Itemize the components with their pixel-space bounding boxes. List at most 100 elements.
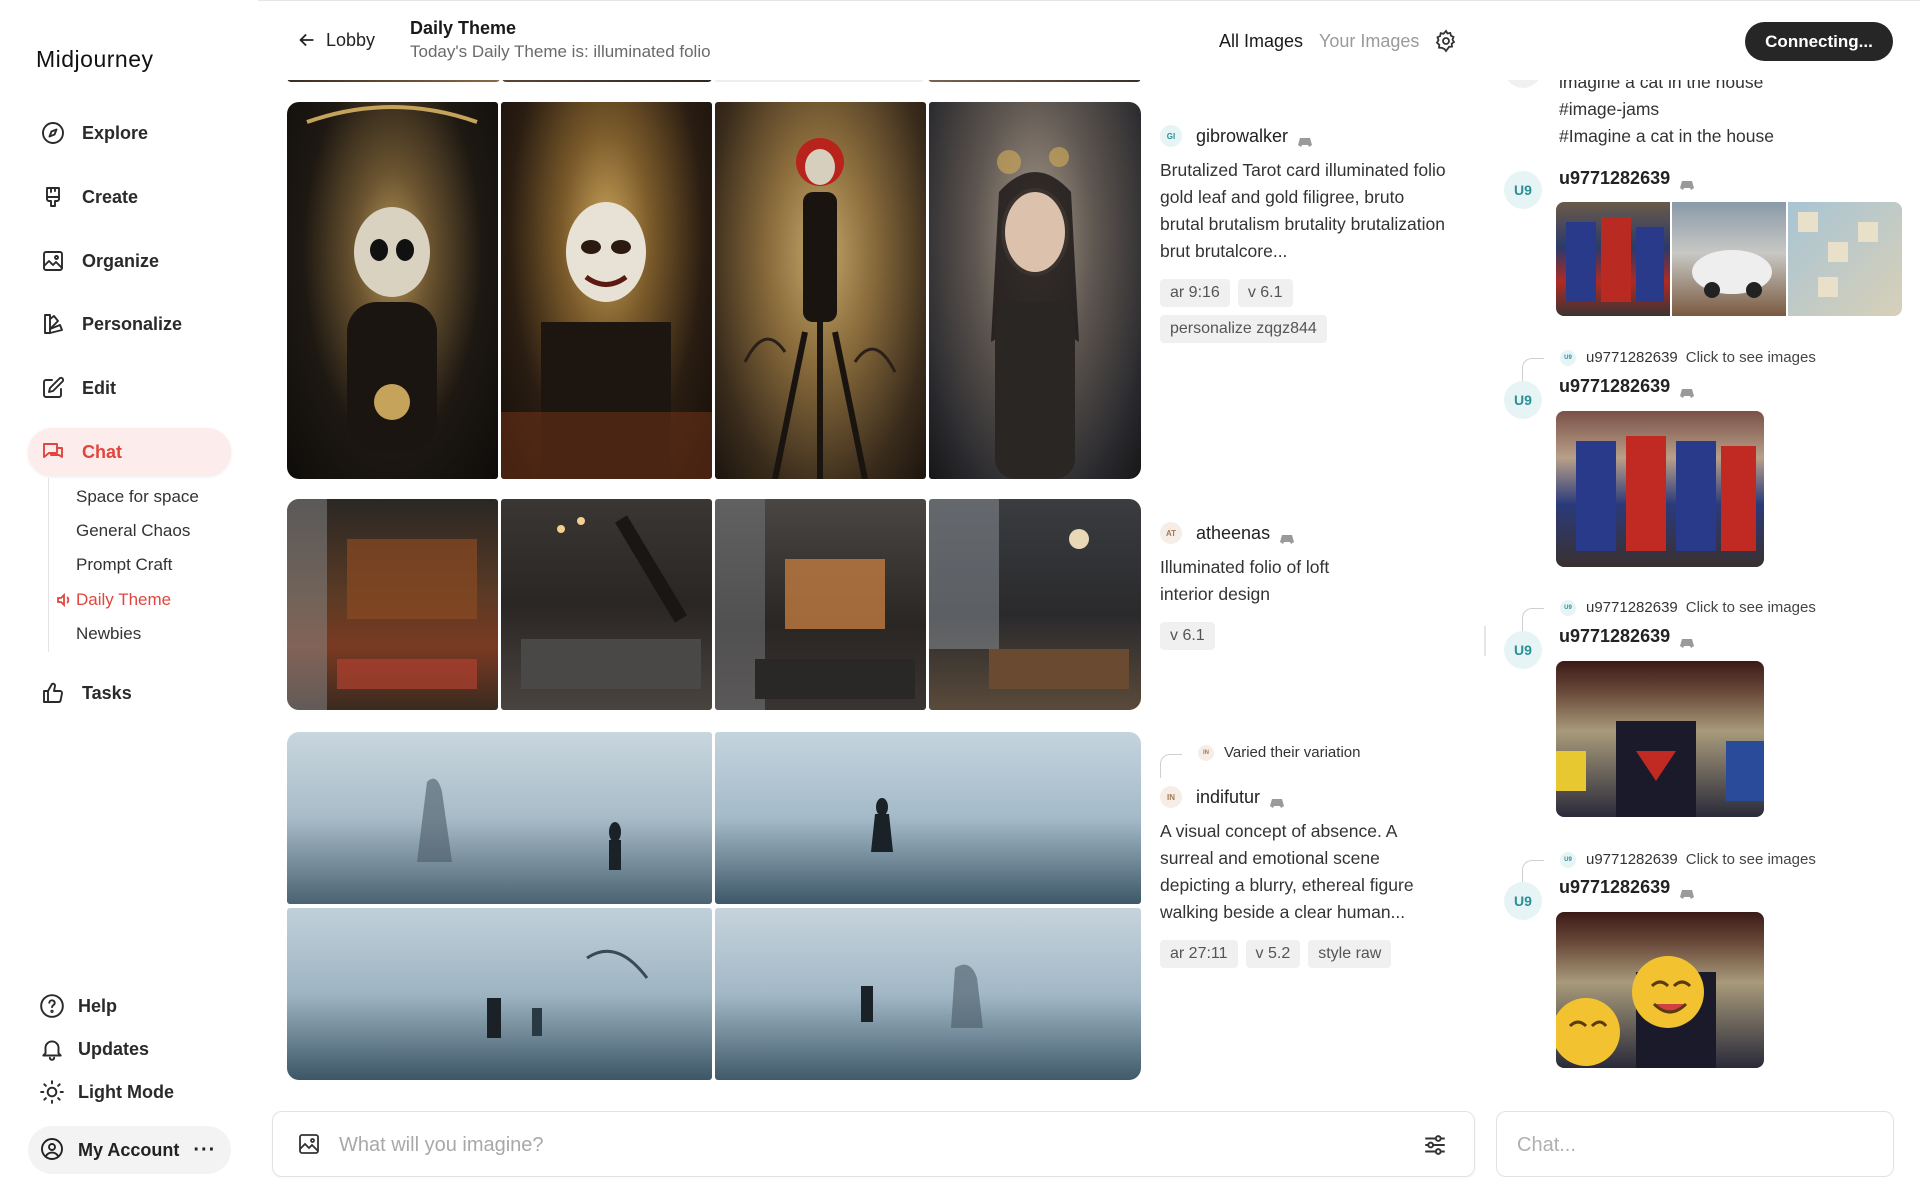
help-icon [38, 992, 66, 1020]
image-grid-mist [287, 732, 1141, 1080]
chat-image-thumb[interactable] [1788, 202, 1902, 316]
param-chip[interactable]: v 6.1 [1237, 279, 1293, 307]
nav-explore[interactable]: Explore [28, 109, 231, 157]
reply-reference[interactable]: U9 u9771282639 Click to see images [1560, 599, 1816, 616]
room-prompt-craft[interactable]: Prompt Craft [76, 555, 172, 575]
username: u9771282639 [1559, 168, 1671, 188]
generated-image[interactable] [501, 499, 712, 710]
avatar[interactable]: U9 [1504, 631, 1542, 669]
prompt-text[interactable]: Brutalized Tarot card illuminated folio … [1160, 157, 1450, 265]
chat-image-thumb[interactable] [1672, 202, 1786, 316]
nav-personalize[interactable]: Personalize [28, 300, 231, 348]
generated-image[interactable] [715, 102, 926, 479]
chat-image[interactable] [1556, 411, 1764, 567]
misty-figures-image [871, 798, 893, 852]
user-avatar[interactable]: IN [1198, 744, 1214, 761]
chat-image[interactable] [1556, 912, 1764, 1068]
nav-tasks[interactable]: Tasks [28, 669, 231, 717]
param-chip[interactable]: style raw [1308, 940, 1392, 968]
generated-image[interactable] [287, 732, 712, 904]
discord-icon [1680, 883, 1695, 899]
user-avatar[interactable]: IN [1160, 786, 1182, 808]
generated-image[interactable] [929, 499, 1141, 710]
nav-help[interactable]: Help [38, 992, 117, 1020]
param-chip[interactable]: personalize zqgz844 [1160, 315, 1327, 343]
reply-reference[interactable]: U9 u9771282639 Click to see images [1560, 349, 1816, 366]
edit-icon [40, 375, 66, 401]
image-icon [40, 248, 66, 274]
username[interactable]: gibrowalker [1196, 126, 1288, 147]
username: u9771282639 [1559, 376, 1671, 396]
connecting-status-button[interactable]: Connecting... [1745, 22, 1893, 61]
discord-icon [1270, 792, 1285, 808]
param-chip[interactable]: v 6.1 [1160, 622, 1215, 650]
user-avatar[interactable]: GI [1160, 125, 1182, 147]
prompt-text[interactable]: Illuminated folio of loft interior desig… [1160, 554, 1360, 608]
username[interactable]: atheenas [1196, 523, 1270, 544]
filter-all-images[interactable]: All Images [1219, 31, 1303, 52]
loft-bedroom-image [521, 515, 701, 689]
app-logo[interactable]: Midjourney [36, 46, 154, 73]
board-game-image [1798, 212, 1878, 297]
white-car-image [1692, 250, 1772, 298]
nav-updates[interactable]: Updates [38, 1035, 149, 1063]
my-account-button[interactable]: My Account ··· [28, 1126, 231, 1174]
param-chip[interactable]: ar 27:11 [1160, 940, 1238, 968]
image-grid-tarot [287, 102, 1141, 479]
more-icon[interactable]: ··· [193, 1139, 216, 1162]
chat-username[interactable]: u9771282639 [1559, 626, 1695, 648]
nav-chat[interactable]: Chat [28, 428, 231, 476]
user-avatar[interactable]: AT [1160, 522, 1182, 544]
loft-shelves-image [715, 499, 915, 710]
reply-username: u9771282639 [1586, 599, 1678, 616]
thumbs-up-icon [40, 680, 66, 706]
generated-image[interactable] [715, 908, 1141, 1080]
back-to-lobby-link[interactable]: Lobby [296, 29, 375, 51]
nav-light-mode[interactable]: Light Mode [38, 1078, 174, 1106]
gear-icon[interactable] [1434, 29, 1458, 53]
click-to-see-images[interactable]: Click to see images [1686, 599, 1816, 616]
nav-create[interactable]: Create [28, 173, 231, 221]
generated-image[interactable] [929, 102, 1141, 479]
nav-label: Light Mode [78, 1081, 174, 1102]
room-daily-theme[interactable]: Daily Theme [57, 590, 171, 610]
misty-figures-image [417, 778, 621, 870]
nav-edit[interactable]: Edit [28, 364, 231, 412]
imagine-input[interactable] [339, 1128, 1339, 1162]
nav-label: Organize [82, 250, 160, 271]
avatar[interactable]: U9 [1504, 171, 1542, 209]
image-upload-icon[interactable] [297, 1132, 321, 1156]
generated-image[interactable] [715, 499, 926, 710]
prompt-text[interactable]: A visual concept of absence. A surreal a… [1160, 818, 1450, 926]
post-gibrowalker: GI gibrowalker Brutalized Tarot card ill… [1160, 125, 1450, 343]
avatar[interactable]: U9 [1504, 381, 1542, 419]
room-space-for-space[interactable]: Space for space [76, 487, 199, 507]
username[interactable]: indifutur [1196, 787, 1260, 808]
room-general-chaos[interactable]: General Chaos [76, 521, 190, 541]
reply-reference[interactable]: U9 u9771282639 Click to see images [1560, 851, 1816, 868]
chat-image-thumb[interactable] [1556, 202, 1670, 316]
param-chip[interactable]: v 5.2 [1245, 940, 1301, 968]
param-chip[interactable]: ar 9:16 [1160, 279, 1230, 307]
chat-username[interactable]: u9771282639 [1559, 376, 1695, 398]
generated-image[interactable] [287, 908, 712, 1080]
chat-image[interactable] [1556, 661, 1764, 817]
reply-username: u9771282639 [1586, 851, 1678, 868]
generated-image[interactable] [287, 102, 498, 479]
chat-username[interactable]: u9771282639 [1559, 877, 1695, 899]
room-newbies[interactable]: Newbies [76, 624, 141, 644]
generated-image[interactable] [287, 499, 498, 710]
click-to-see-images[interactable]: Click to see images [1686, 349, 1816, 366]
loft-interior-image [287, 499, 477, 710]
nav-organize[interactable]: Organize [28, 237, 231, 285]
generated-image[interactable] [501, 102, 712, 479]
generated-image[interactable] [715, 732, 1141, 904]
chat-username[interactable]: u9771282639 [1559, 168, 1695, 190]
settings-sliders-icon[interactable] [1422, 1132, 1448, 1158]
chat-input[interactable] [1517, 1128, 1877, 1162]
click-to-see-images[interactable]: Click to see images [1686, 851, 1816, 868]
avatar[interactable]: U9 [1504, 882, 1542, 920]
filter-your-images[interactable]: Your Images [1319, 31, 1419, 52]
avatar: U9 [1560, 349, 1576, 366]
chat-message: #Imagine a cat in the house [1559, 126, 1775, 146]
